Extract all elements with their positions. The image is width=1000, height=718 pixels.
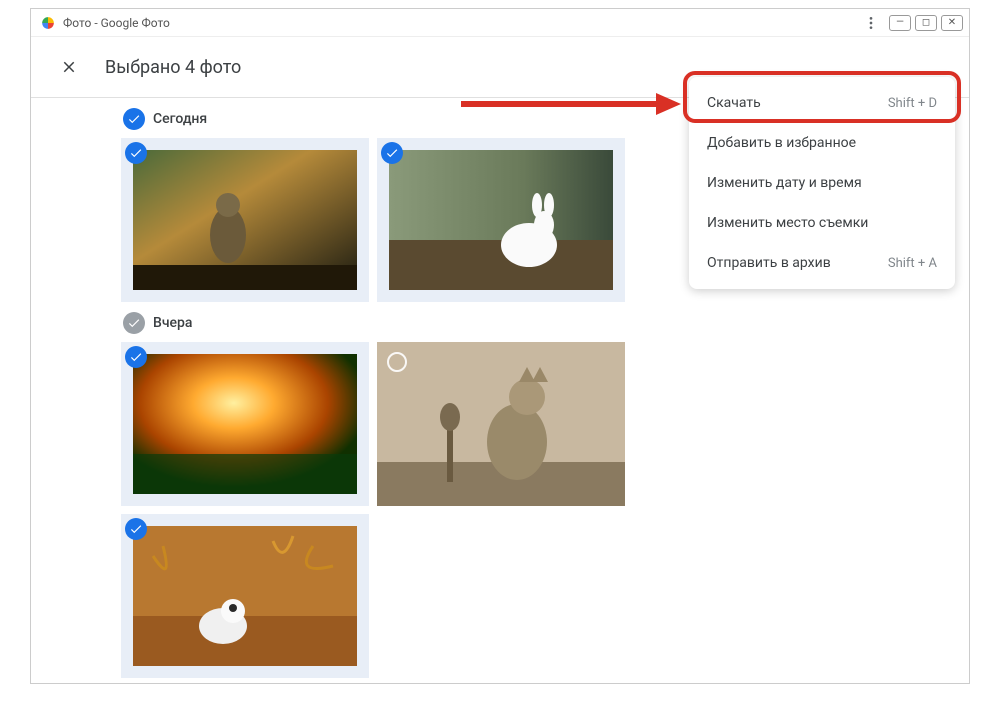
window-controls: — ◻ ✕: [889, 15, 963, 31]
unchecked-circle-icon[interactable]: [387, 352, 407, 372]
overflow-menu-button[interactable]: [859, 11, 883, 35]
photo-thumbnail[interactable]: [377, 138, 625, 302]
menu-item-edit-location[interactable]: Изменить место съемки: [689, 203, 955, 243]
menu-item-shortcut: Shift + D: [888, 96, 937, 111]
google-photos-logo-icon: [41, 16, 55, 30]
menu-item-favorite[interactable]: Добавить в избранное: [689, 123, 955, 163]
close-selection-button[interactable]: [57, 55, 81, 79]
menu-item-label: Изменить дату и время: [707, 175, 862, 191]
check-icon[interactable]: [125, 518, 147, 540]
maximize-button[interactable]: ◻: [915, 15, 937, 31]
minimize-button[interactable]: —: [889, 15, 911, 31]
context-menu: Скачать Shift + D Добавить в избранное И…: [689, 77, 955, 289]
photo-image: [133, 526, 357, 666]
date-group-label: Сегодня: [153, 111, 207, 127]
menu-item-label: Отправить в архив: [707, 255, 831, 271]
menu-item-edit-datetime[interactable]: Изменить дату и время: [689, 163, 955, 203]
check-icon[interactable]: [125, 346, 147, 368]
menu-item-label: Изменить место съемки: [707, 215, 868, 231]
date-group-label: Вчера: [153, 315, 192, 331]
menu-item-label: Скачать: [707, 95, 761, 111]
check-icon[interactable]: [381, 142, 403, 164]
app-window: Фото - Google Фото — ◻ ✕ Выбрано 4 фото …: [30, 8, 970, 684]
menu-item-archive[interactable]: Отправить в архив Shift + A: [689, 243, 955, 283]
menu-item-download[interactable]: Скачать Shift + D: [689, 83, 955, 123]
window-title: Фото - Google Фото: [63, 16, 859, 30]
photo-thumbnail[interactable]: [121, 342, 369, 506]
photo-row: [121, 342, 879, 678]
photo-thumbnail[interactable]: [121, 514, 369, 678]
photo-thumbnail[interactable]: [121, 138, 369, 302]
titlebar: Фото - Google Фото — ◻ ✕: [31, 9, 969, 37]
selection-count-label: Выбрано 4 фото: [105, 57, 241, 78]
photo-thumbnail[interactable]: [377, 342, 625, 506]
close-window-button[interactable]: ✕: [941, 15, 963, 31]
photo-image: [377, 342, 625, 506]
group-select-toggle[interactable]: [123, 108, 145, 130]
photo-image: [133, 354, 357, 494]
menu-item-shortcut: Shift + A: [888, 256, 937, 271]
check-icon[interactable]: [125, 142, 147, 164]
group-select-toggle[interactable]: [123, 312, 145, 334]
menu-item-label: Добавить в избранное: [707, 135, 856, 151]
date-group-header: Вчера: [123, 312, 879, 334]
photo-image: [133, 150, 357, 290]
photo-image: [389, 150, 613, 290]
